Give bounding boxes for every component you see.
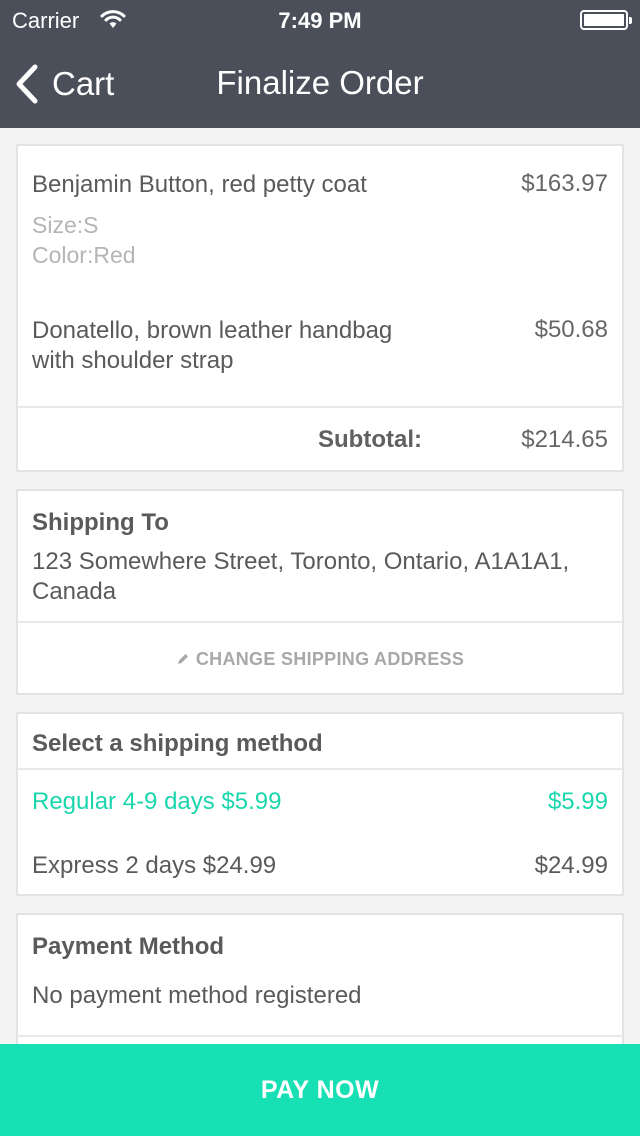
item-name-line1: Donatello, brown leather handbag	[32, 317, 393, 344]
shipping-address: 123 Somewhere Street, Toronto, Ontario, …	[32, 547, 608, 607]
pencil-icon	[177, 654, 188, 664]
page-title: Finalize Order	[216, 64, 424, 101]
order-item: Donatello, brown leather handbag with sh…	[32, 316, 608, 376]
divider	[18, 1035, 622, 1037]
change-shipping-address-button[interactable]: CHANGE SHIPPING ADDRESS	[18, 649, 622, 670]
item-color: Color:Red	[32, 242, 136, 268]
change-shipping-address-label: CHANGE SHIPPING ADDRESS	[195, 649, 465, 669]
subtotal-label: Subtotal:	[318, 426, 422, 453]
shipping-method-card: Select a shipping method Regular 4-9 day…	[16, 712, 624, 896]
payment-status: No payment method registered	[32, 982, 362, 1009]
battery-icon	[580, 10, 632, 30]
item-price: $163.97	[521, 170, 608, 197]
divider	[18, 621, 622, 623]
subtotal-row: Subtotal: $214.65	[32, 426, 608, 456]
item-price: $50.68	[534, 316, 608, 343]
shipping-option-price: $24.99	[534, 852, 608, 879]
shipping-option-name: Express 2 days $24.99	[32, 852, 277, 879]
divider	[18, 768, 622, 770]
divider	[18, 406, 622, 408]
shipping-option-name: Regular 4-9 days $5.99	[32, 788, 282, 815]
item-name-line2: with shoulder strap	[32, 347, 234, 374]
address-line2: Canada	[32, 578, 117, 605]
pay-now-button[interactable]: PAY NOW	[0, 1044, 640, 1136]
item-size: Size:S	[32, 212, 99, 238]
shipping-address-card: Shipping To 123 Somewhere Street, Toront…	[16, 489, 624, 695]
order-summary-card: Benjamin Button, red petty coat $163.97 …	[16, 144, 624, 472]
status-time: 7:49 PM	[278, 8, 362, 33]
shipping-option-price: $5.99	[547, 788, 608, 815]
navigation-bar: Cart Finalize Order	[0, 40, 640, 128]
payment-title: Payment Method	[32, 933, 225, 960]
subtotal-value: $214.65	[521, 426, 608, 453]
top-bar: Carrier 7:49 PM Cart Finalize Order	[0, 0, 640, 128]
address-line1: 123 Somewhere Street, Toronto, Ontario, …	[32, 548, 570, 575]
status-bar: Carrier 7:49 PM	[0, 0, 640, 40]
shipping-title: Shipping To	[32, 509, 169, 536]
order-item: Benjamin Button, red petty coat $163.97 …	[32, 170, 608, 270]
shipping-method-title: Select a shipping method	[32, 730, 323, 757]
